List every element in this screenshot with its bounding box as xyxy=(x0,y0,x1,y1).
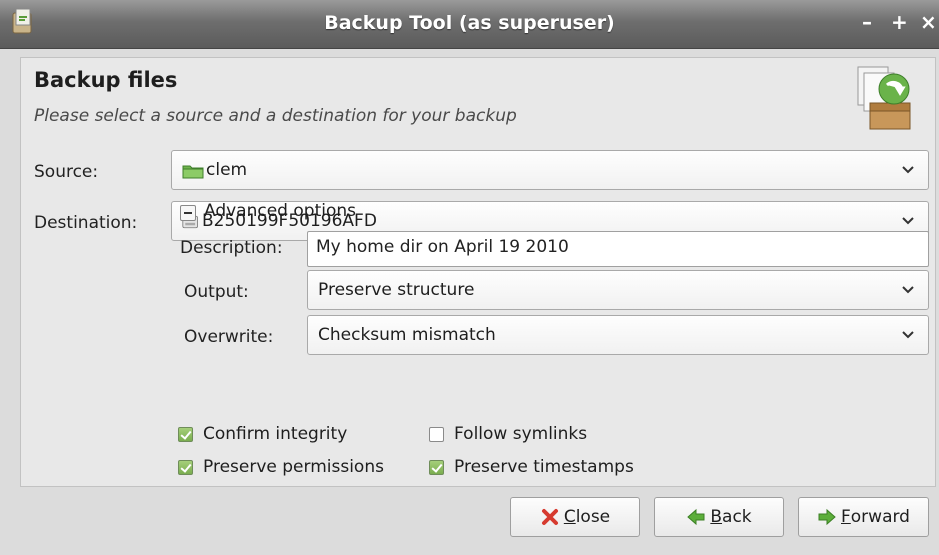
overwrite-value: Checksum mismatch xyxy=(318,325,496,345)
green-right-arrow-icon xyxy=(818,508,836,526)
follow-symlinks-checkbox[interactable]: Follow symlinks xyxy=(429,424,587,444)
checkbox-label: Confirm integrity xyxy=(203,424,348,444)
window-title: Backup Tool (as superuser) xyxy=(324,12,615,34)
backup-box-icon xyxy=(857,66,911,130)
checkbox-checked-icon xyxy=(178,426,193,442)
output-label: Output: xyxy=(184,282,249,302)
forward-mnemonic: F xyxy=(841,507,851,527)
source-value: clem xyxy=(206,160,248,180)
folder-icon xyxy=(182,165,204,179)
page-title: Backup files xyxy=(34,68,178,92)
maximize-button[interactable]: + xyxy=(891,10,908,34)
description-label: Description: xyxy=(180,238,283,258)
back-button[interactable]: Back xyxy=(654,497,784,537)
checkbox-label: Preserve permissions xyxy=(203,457,384,477)
advanced-options-expander[interactable]: Advanced options xyxy=(204,201,356,221)
confirm-integrity-checkbox[interactable]: Confirm integrity xyxy=(178,424,347,444)
source-label: Source: xyxy=(34,162,99,182)
forward-button[interactable]: Forward xyxy=(798,497,929,537)
main-panel: Backup files Please select a source and … xyxy=(20,57,936,487)
overwrite-combo[interactable]: Checksum mismatch xyxy=(307,315,929,355)
chevron-down-icon xyxy=(902,330,914,340)
preserve-permissions-checkbox[interactable]: Preserve permissions xyxy=(178,457,384,477)
destination-label: Destination: xyxy=(34,213,138,233)
red-x-icon xyxy=(541,509,558,525)
green-left-arrow-icon xyxy=(687,508,705,526)
overwrite-label: Overwrite: xyxy=(184,327,274,347)
back-mnemonic: B xyxy=(710,507,723,527)
close-label-rest: lose xyxy=(575,507,611,527)
description-input[interactable]: My home dir on April 19 2010 xyxy=(307,231,929,267)
checkbox-label: Follow symlinks xyxy=(454,424,588,444)
window-titlebar: Backup Tool (as superuser) – + × xyxy=(0,0,939,49)
output-combo[interactable]: Preserve structure xyxy=(307,270,929,310)
chevron-down-icon xyxy=(902,216,914,226)
chevron-down-icon xyxy=(902,285,914,295)
output-value: Preserve structure xyxy=(318,280,475,300)
preserve-timestamps-checkbox[interactable]: Preserve timestamps xyxy=(429,457,634,477)
forward-label-rest: orward xyxy=(850,507,910,527)
close-window-button[interactable]: × xyxy=(920,10,937,34)
page-subtitle: Please select a source and a destination… xyxy=(34,106,517,126)
back-label-rest: ack xyxy=(722,507,752,527)
checkbox-checked-icon xyxy=(429,459,444,475)
close-button[interactable]: Close xyxy=(510,497,640,537)
checkbox-checked-icon xyxy=(178,459,193,475)
checkbox-unchecked-icon xyxy=(429,426,444,442)
source-combo[interactable]: clem xyxy=(171,150,929,190)
checkbox-label: Preserve timestamps xyxy=(454,457,634,477)
chevron-down-icon xyxy=(902,165,914,175)
close-mnemonic: C xyxy=(563,507,576,527)
collapse-icon[interactable] xyxy=(180,205,196,221)
minimize-button[interactable]: – xyxy=(862,10,872,34)
